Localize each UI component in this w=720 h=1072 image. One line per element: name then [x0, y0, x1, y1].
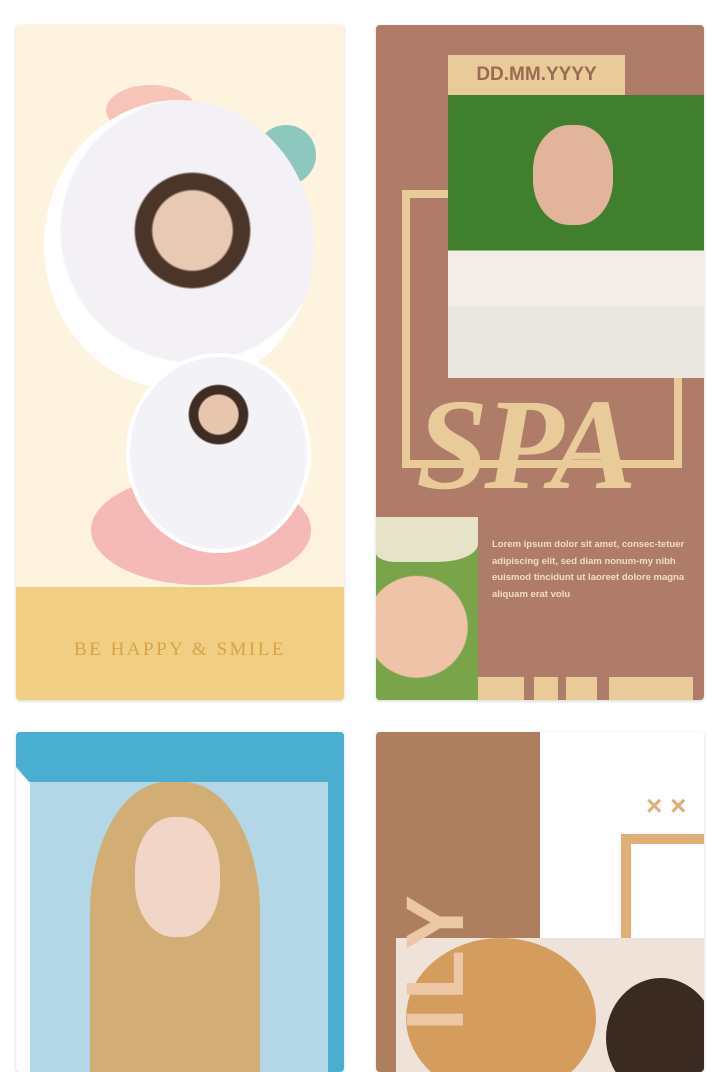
- blue-band: [328, 732, 344, 1072]
- x-marks: × ×: [646, 790, 687, 821]
- template-card-family[interactable]: ILY × ×: [376, 732, 704, 1072]
- frame-decoration: [621, 834, 704, 954]
- bar-decoration: [609, 677, 693, 700]
- bar-decoration: [478, 677, 524, 700]
- caption: BE HAPPY & SMILE: [74, 639, 286, 660]
- body-text: Lorem ipsum dolor sit amet, consec-tetue…: [492, 539, 685, 600]
- photo-towel-woman: [376, 517, 478, 700]
- date-label: DD.MM.YYYY: [448, 55, 625, 95]
- spa-title: SPA: [416, 373, 637, 517]
- blue-band: [16, 732, 344, 782]
- template-card-be-happy[interactable]: BE HAPPY & SMILE: [16, 25, 344, 700]
- family-title: ILY: [390, 886, 481, 1032]
- photo-spa-woman: [448, 95, 704, 378]
- photo-blonde-woman: [30, 782, 328, 1072]
- bar-decoration: [566, 677, 597, 700]
- bar-decoration: [534, 677, 558, 700]
- photo-woman-peace-sign: [44, 100, 314, 390]
- template-card-spa[interactable]: DD.MM.YYYY SPA Lorem ipsum dolor sit ame…: [376, 25, 704, 700]
- photo-woman-shush: [126, 353, 311, 553]
- template-card-blue-portrait[interactable]: [16, 732, 344, 1072]
